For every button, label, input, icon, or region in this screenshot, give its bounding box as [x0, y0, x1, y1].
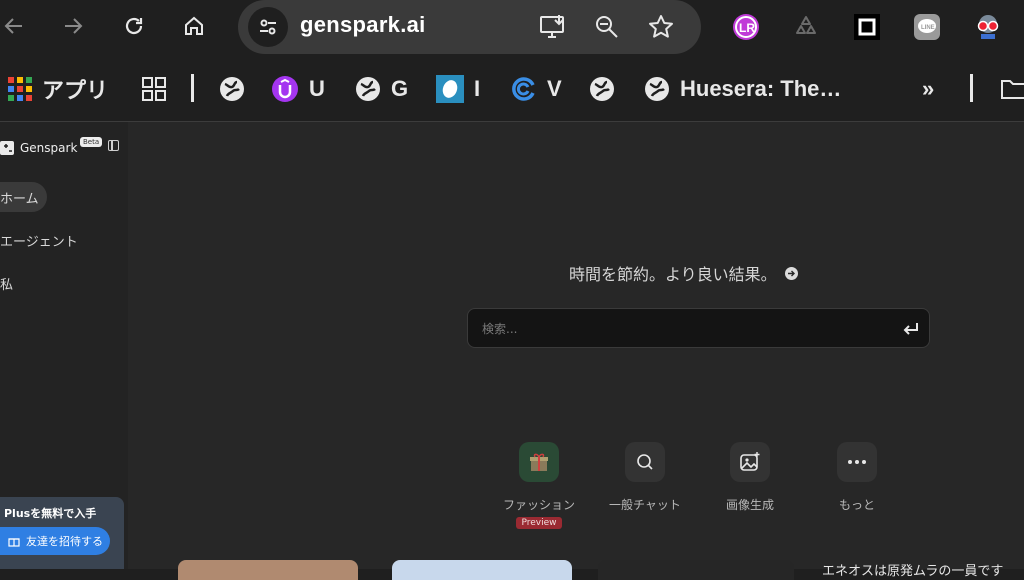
site-info-icon[interactable]	[248, 7, 288, 47]
headline: 時間を節約。より良い結果。	[569, 261, 798, 285]
arrow-right-icon[interactable]	[784, 266, 798, 280]
home-icon[interactable]	[176, 8, 212, 44]
address-bar[interactable]: genspark.ai	[238, 0, 701, 54]
feature-image-gen[interactable]: 画像生成	[705, 442, 795, 513]
beta-badge: Beta	[80, 137, 103, 147]
sidebar: Genspark Beta ホーム エージェント 私 Plusを無料で入手 友達…	[0, 122, 128, 569]
apps-grid-icon	[8, 77, 32, 101]
brand[interactable]: Genspark	[0, 138, 77, 158]
leaf-logo-icon	[436, 75, 464, 103]
install-app-icon[interactable]	[536, 10, 570, 44]
genspark-logo-icon	[0, 141, 14, 155]
search-box	[467, 308, 930, 348]
sidebar-collapse-icon[interactable]	[108, 140, 119, 151]
sidebar-item-agent[interactable]: エージェント	[0, 225, 78, 255]
back-icon[interactable]	[0, 8, 32, 44]
browser-toolbar: genspark.ai LR LINE	[0, 0, 1024, 54]
bookmark-u[interactable]	[219, 74, 245, 104]
globe-icon	[645, 77, 669, 101]
preview-badge: Preview	[516, 517, 562, 529]
forward-icon[interactable]	[55, 8, 91, 44]
svg-text:LINE: LINE	[921, 25, 935, 31]
image-sparkle-icon	[730, 442, 770, 482]
globe-icon	[356, 77, 380, 101]
plus-promo-card: Plusを無料で入手 友達を招待する	[0, 497, 124, 569]
headline-text: 時間を節約。より良い結果。	[569, 265, 777, 284]
globe-icon	[220, 77, 244, 101]
search-input[interactable]	[482, 319, 862, 339]
feature-fashion[interactable]: ファッション Preview	[494, 442, 584, 529]
content-card[interactable]	[178, 560, 358, 580]
folder-icon	[1001, 80, 1024, 99]
more-dots-icon	[837, 442, 877, 482]
globe-icon	[590, 77, 614, 101]
goggles-extension-icon[interactable]	[971, 10, 1005, 44]
square-extension-icon[interactable]	[850, 10, 884, 44]
feature-general-chat[interactable]: 一般チャット	[600, 442, 690, 513]
bookmarks-bar: アプリ U G I V Huesera: The… »	[0, 54, 1024, 122]
brand-name: Genspark	[20, 141, 78, 155]
line-extension-icon[interactable]: LINE	[910, 10, 944, 44]
folder-bookmark[interactable]	[1000, 74, 1024, 104]
bookmark-separator	[191, 74, 194, 102]
zoom-icon[interactable]	[590, 10, 624, 44]
reload-icon[interactable]	[116, 8, 152, 44]
more-bookmarks-button[interactable]: »	[922, 74, 934, 104]
sidebar-item-me[interactable]: 私	[0, 268, 13, 298]
genspark-page: Genspark Beta ホーム エージェント 私 Plusを無料で入手 友達…	[0, 122, 1024, 580]
card-title[interactable]: エネオスは原発ムラの一員です	[822, 560, 1003, 579]
chevrons-right-icon: »	[922, 76, 935, 101]
bookmark-g[interactable]: G	[355, 74, 408, 104]
apps-bookmark[interactable]: アプリ	[8, 74, 108, 104]
sidebar-item-home[interactable]: ホーム	[0, 182, 47, 212]
bookmark-udemy[interactable]: U	[271, 74, 325, 104]
tab-groups-icon[interactable]	[142, 74, 166, 104]
promo-title: Plusを無料で入手	[4, 507, 97, 520]
lr-extension-icon[interactable]: LR	[729, 10, 763, 44]
invite-friends-button[interactable]: 友達を招待する	[0, 527, 110, 555]
content-card[interactable]	[392, 560, 572, 580]
udemy-icon	[272, 76, 298, 102]
star-icon[interactable]	[644, 10, 678, 44]
recycle-extension-icon[interactable]	[789, 10, 823, 44]
bookmark-huesera[interactable]: Huesera: The…	[644, 74, 841, 104]
url-text[interactable]: genspark.ai	[300, 12, 426, 38]
chat-icon	[625, 442, 665, 482]
bookmark-separator	[970, 74, 973, 102]
bookmark-globe[interactable]	[589, 74, 615, 104]
swirl-icon	[512, 77, 535, 101]
enter-icon[interactable]	[902, 320, 920, 338]
gift-icon	[519, 442, 559, 482]
svg-text:LR: LR	[739, 21, 755, 35]
content-card[interactable]	[598, 560, 794, 580]
feature-more[interactable]: もっと	[812, 442, 902, 513]
gift-icon	[8, 538, 20, 547]
bookmark-i[interactable]: I	[436, 74, 480, 104]
bookmark-v[interactable]: V	[511, 74, 562, 104]
apps-label: アプリ	[42, 78, 109, 103]
